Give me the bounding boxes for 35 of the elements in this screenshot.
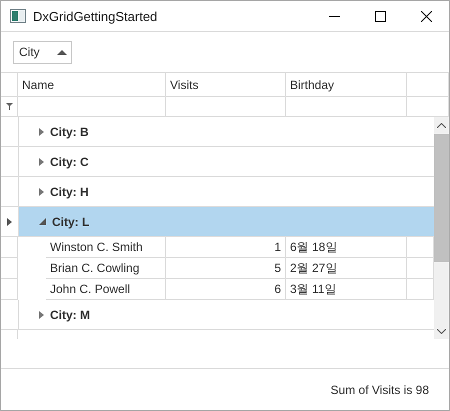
- table-cell: Winston C. Smith: [46, 237, 166, 258]
- table-cell: John C. Powell: [46, 279, 166, 300]
- group-label: City: M: [50, 308, 90, 322]
- table-cell: 3월 11일: [286, 279, 407, 300]
- filter-icon: [6, 103, 12, 110]
- scroll-down-icon: [437, 328, 446, 334]
- table-cell: 1: [166, 237, 286, 258]
- expand-icon[interactable]: [39, 128, 44, 136]
- table-cell: 2월 27일: [286, 258, 407, 279]
- column-header[interactable]: Name: [18, 73, 166, 96]
- window-title: DxGridGettingStarted: [33, 8, 158, 24]
- group-label: City: L: [52, 214, 90, 228]
- group-label: City: B: [50, 124, 89, 138]
- table-cell: 6월 18일: [286, 237, 407, 258]
- table-cell: 5: [166, 258, 286, 279]
- group-chip[interactable]: City: [13, 40, 72, 64]
- group-label: City: C: [50, 154, 89, 168]
- group-row[interactable]: City: L: [19, 207, 434, 236]
- row-indicator-cell: [1, 279, 18, 300]
- app-icon: [10, 9, 26, 23]
- expand-icon[interactable]: [39, 158, 44, 166]
- row-indicator-cell: [1, 258, 18, 279]
- summary-text: Sum of Visits is 98: [330, 382, 429, 396]
- column-header[interactable]: Visits: [166, 73, 286, 96]
- scrollbar[interactable]: [434, 117, 449, 339]
- table-cell: Brian C. Cowling: [46, 258, 166, 279]
- collapse-icon[interactable]: [39, 218, 46, 225]
- expand-icon[interactable]: [39, 188, 44, 196]
- expand-icon[interactable]: [39, 310, 44, 318]
- scroll-up-icon: [437, 122, 446, 128]
- group-label: City: H: [50, 184, 89, 198]
- close-icon: [420, 10, 432, 22]
- column-header[interactable]: Birthday: [286, 73, 407, 96]
- maximize-icon: [374, 10, 386, 22]
- table-cell: 6: [166, 279, 286, 300]
